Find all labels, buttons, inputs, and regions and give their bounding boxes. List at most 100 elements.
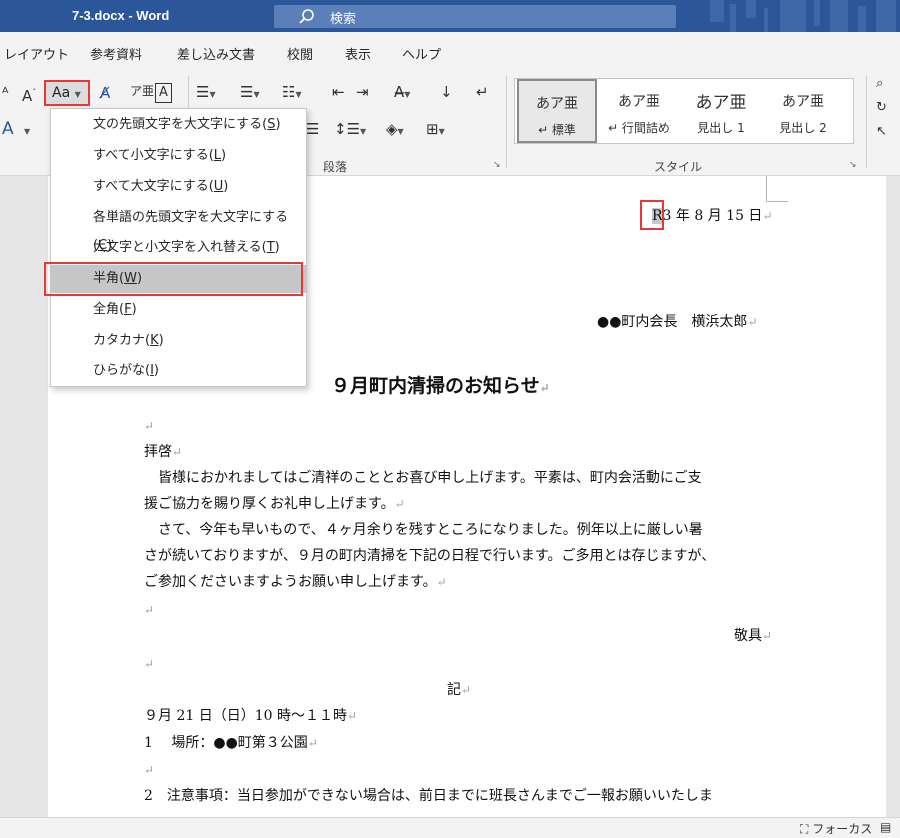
bullets-icon[interactable]: ☰▼ (196, 83, 216, 104)
style-name: ↵ 行間詰め (608, 121, 670, 135)
paragraph-line[interactable]: ご参加くださいますようお願い申し上げます。↵ (144, 572, 447, 592)
chevron-down-icon[interactable]: ▼ (24, 127, 30, 136)
menu-item-uppercase[interactable]: すべて大文字にする(U) (51, 173, 306, 201)
tab-help[interactable]: ヘルプ (402, 44, 441, 63)
focus-mode-button[interactable]: ⛶ フォーカス (800, 820, 872, 837)
find-icon[interactable]: ⌕ (876, 76, 883, 91)
paragraph-group-label: 段落 (323, 160, 348, 174)
empty-paragraph[interactable]: ↵ (144, 760, 154, 780)
style-sample: あア亜 (536, 96, 578, 112)
styles-gallery: あア亜 ↵ 標準 あア亜 ↵ 行間詰め あア亜 見出し 1 あア亜 見出し 2 … (514, 78, 854, 144)
focus-label: フォーカス (812, 822, 873, 836)
item-line[interactable]: 2 注意事項：当日参加ができない場合は、前日までに班長さんまでご一報お願いいたし… (144, 786, 713, 806)
numbering-icon[interactable]: ☰▼ (240, 83, 260, 104)
date-text: 3 年 8 月 15 日 (662, 208, 763, 224)
paragraph-launcher-icon[interactable]: ↘ (493, 160, 501, 170)
borders-icon[interactable]: ⊞▼ (426, 120, 445, 141)
sort-icon[interactable]: ↓ (440, 83, 453, 101)
sender-line[interactable]: ●●町内会長 横浜太郎↵ (597, 312, 758, 332)
tab-mailings[interactable]: 差し込み文書 (177, 44, 255, 63)
body-text: さが続いておりますが、９月の町内清掃を下記の日程で行います。ご多用とは存じますが… (144, 548, 716, 564)
style-name: 見出し 2 (779, 121, 827, 135)
style-sample: あア亜 (695, 93, 747, 113)
chevron-down-icon: ▼ (74, 90, 81, 99)
change-case-button[interactable]: Aa ▼ (44, 80, 90, 106)
menu-item-capitalize-words[interactable]: 各単語の先頭文字を大文字にする(C) (51, 204, 306, 253)
style-name: ↵ 標準 (538, 123, 576, 137)
paragraph-line[interactable]: さて、今年も早いもので、４ヶ月余りを残すところになりました。例年以上に厳しい暑 (144, 520, 703, 540)
tab-review[interactable]: 校閲 (287, 44, 313, 63)
style-sample: あア亜 (618, 94, 660, 110)
date-line[interactable]: R3 年 8 月 15 日↵ (652, 206, 773, 226)
group-separator (866, 76, 867, 168)
style-heading-1[interactable]: あア亜 見出し 1 (681, 79, 761, 143)
select-icon[interactable]: ↖ (876, 124, 887, 139)
tab-layout[interactable]: レイアウト (4, 44, 69, 63)
style-heading-2[interactable]: あア亜 見出し 2 (763, 79, 843, 143)
empty-paragraph[interactable]: ↵ (144, 416, 154, 436)
asian-layout-icon[interactable]: A̶▼ (394, 83, 410, 104)
tab-view[interactable]: 表示 (345, 44, 371, 63)
read-mode-icon[interactable]: ▤ (880, 820, 891, 834)
decrease-indent-icon[interactable]: ⇤ (332, 83, 345, 101)
sender-text: ●●町内会長 横浜太郎 (597, 314, 748, 330)
document-title[interactable]: ９月町内清掃のお知らせ↵ (331, 376, 550, 398)
window-title: 7-3.docx - Word (72, 8, 170, 23)
search-icon (299, 9, 314, 24)
line-spacing-icon[interactable]: ↕☰▼ (334, 120, 366, 141)
styles-launcher-icon[interactable]: ↘ (849, 160, 857, 170)
word-window: 7-3.docx - Word 検索 レイアウト 参考資料 差し込み文書 校閲 … (0, 0, 900, 838)
menu-item-toggle-case[interactable]: 大文字と小文字を入れ替える(T) (51, 234, 306, 262)
item-text: 1 場所：●●町第３公園 (144, 735, 308, 751)
selection-highlight-box (640, 200, 664, 230)
ribbon-tabs: レイアウト 参考資料 差し込み文書 校閲 表示 ヘルプ (0, 32, 900, 70)
styles-group-label: スタイル (654, 160, 703, 174)
item-date-text: ９月 21 日（日）10 時～１１時 (144, 708, 347, 724)
enclose-char-icon[interactable]: A (155, 83, 172, 103)
show-marks-icon[interactable]: ↵ (476, 83, 489, 101)
multilevel-list-icon[interactable]: ☷▼ (282, 83, 302, 104)
menu-item-full-width[interactable]: 全角(F) (51, 296, 306, 324)
item-line[interactable]: 1 場所：●●町第３公園↵ (144, 733, 318, 753)
body-text: ご参加くださいますようお願い申し上げます。 (144, 574, 437, 590)
ki-line[interactable]: 記↵ (447, 680, 471, 700)
shading-icon[interactable]: ◈▼ (386, 120, 404, 141)
focus-icon: ⛶ (800, 822, 809, 836)
title-text: ９月町内清掃のお知らせ (331, 375, 540, 397)
grow-font-icon[interactable]: ᴬ (2, 84, 8, 102)
style-sample: あア亜 (782, 94, 824, 110)
change-case-label: Aa (52, 85, 71, 101)
body-text: さて、今年も早いもので、４ヶ月余りを残すところになりました。例年以上に厳しい暑 (144, 522, 703, 538)
search-box[interactable]: 検索 (274, 5, 676, 28)
increase-indent-icon[interactable]: ⇥ (356, 83, 369, 101)
paragraph-line[interactable]: 援ご協力を賜り厚くお礼申し上げます。↵ (144, 494, 405, 514)
shrink-font-icon[interactable]: Aˇ (22, 84, 36, 105)
text-effects-icon[interactable]: A (2, 120, 14, 138)
style-name: 見出し 1 (697, 121, 745, 135)
empty-paragraph[interactable]: ↵ (144, 654, 154, 674)
phonetic-guide-icon[interactable]: ア亜 (130, 82, 154, 100)
ki-text: 記 (447, 682, 461, 698)
empty-paragraph[interactable]: ↵ (144, 600, 154, 620)
menu-item-lowercase[interactable]: すべて小文字にする(L) (51, 142, 306, 170)
paragraph-line[interactable]: 皆様におかれましてはご清祥のこととお喜び申し上げます。平素は、町内会活動にご支 (144, 468, 702, 488)
item-date-line[interactable]: ９月 21 日（日）10 時～１１時↵ (144, 706, 357, 726)
closing-line[interactable]: 敬具↵ (734, 626, 772, 646)
replace-icon[interactable]: ↻ (876, 100, 887, 115)
menu-item-katakana[interactable]: カタカナ(K) (51, 327, 306, 355)
greeting-text: 拝啓 (144, 444, 172, 460)
menu-item-hiragana[interactable]: ひらがな(I) (51, 357, 306, 385)
style-normal[interactable]: あア亜 ↵ 標準 (517, 79, 597, 143)
menu-highlight-box (44, 262, 303, 296)
style-no-spacing[interactable]: あア亜 ↵ 行間詰め (599, 79, 679, 143)
greeting-line[interactable]: 拝啓↵ (144, 442, 182, 462)
clear-format-icon[interactable]: A̸ (100, 84, 110, 102)
title-bar: 7-3.docx - Word 検索 (0, 0, 900, 32)
change-case-menu: 文の先頭文字を大文字にする(S) すべて小文字にする(L) すべて大文字にする(… (50, 108, 307, 387)
paragraph-line[interactable]: さが続いておりますが、９月の町内清掃を下記の日程で行います。ご多用とは存じますが… (144, 546, 715, 566)
menu-item-sentence-case[interactable]: 文の先頭文字を大文字にする(S) (51, 111, 306, 139)
search-label: 検索 (330, 12, 357, 27)
closing-text: 敬具 (734, 628, 762, 644)
distributed-icon[interactable]: ☰ (306, 120, 319, 138)
tab-references[interactable]: 参考資料 (90, 44, 142, 63)
